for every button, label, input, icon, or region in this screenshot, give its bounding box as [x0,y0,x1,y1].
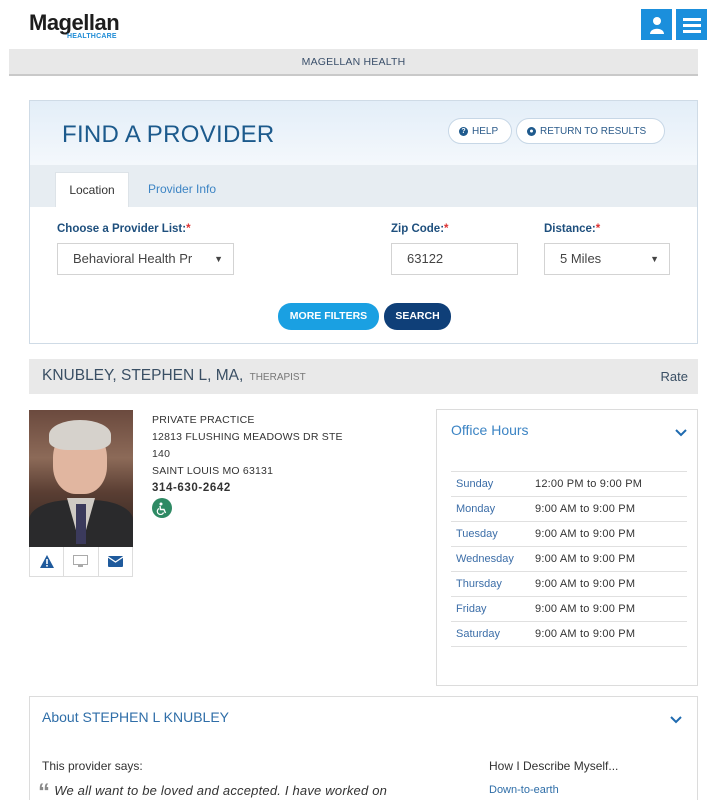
hours-time: 9:00 AM to 9:00 PM [535,503,636,515]
table-row: Wednesday 9:00 AM to 9:00 PM [451,547,687,572]
office-hours-toggle[interactable] [675,424,687,442]
hours-day: Monday [456,503,496,515]
office-hours-title: Office Hours [451,422,529,438]
provider-quote: “We all want to be loved and accepted. I… [38,779,387,800]
about-title: About STEPHEN L KNUBLEY [42,709,230,725]
page-title: FIND A PROVIDER [62,121,275,148]
provider-list-label-text: Choose a Provider List: [57,223,187,235]
tab-location[interactable]: Location [55,172,129,207]
hours-time: 12:00 PM to 9:00 PM [535,478,643,490]
zip-code-input[interactable]: 63122 [391,243,518,275]
hours-day: Tuesday [456,528,498,540]
provider-title: THERAPIST [249,372,306,383]
magellan-logo[interactable]: Magellan HEALTHCARE [29,10,120,40]
hours-day: Saturday [456,628,501,640]
more-filters-button[interactable]: MORE FILTERS [278,303,379,330]
menu-button[interactable] [676,9,707,40]
question-icon: ? [459,126,468,136]
table-row: Thursday 9:00 AM to 9:00 PM [451,572,687,597]
provider-list-label: Choose a Provider List:* [57,223,191,235]
hours-day: Thursday [456,578,502,590]
describe-myself-label: How I Describe Myself... [489,759,619,773]
monitor-icon [73,555,89,567]
provider-list-select[interactable]: Behavioral Health Pr ▼ [57,243,234,275]
zip-code-label: Zip Code:* [391,223,449,235]
photo-tie [76,504,86,544]
panel-header: FIND A PROVIDER ? HELP ● RETURN TO RESUL… [30,101,697,165]
rate-link[interactable]: Rate [661,369,688,384]
return-label: RETURN TO RESULTS [540,125,647,137]
envelope-icon [107,556,123,567]
provider-list-value: Behavioral Health Pr [73,251,193,266]
about-toggle[interactable] [670,711,682,729]
logo-wordmark: Magellan [29,10,120,35]
table-row: Monday 9:00 AM to 9:00 PM [451,497,687,522]
return-circle-icon: ● [527,126,536,136]
user-icon [649,16,664,34]
hours-day: Friday [456,603,487,615]
hours-time: 9:00 AM to 9:00 PM [535,603,636,615]
table-row: Sunday 12:00 PM to 9:00 PM [451,472,687,497]
warning-icon [39,555,54,568]
table-row: Saturday 9:00 AM to 9:00 PM [451,622,687,647]
user-account-button[interactable] [641,9,672,40]
provider-says-label: This provider says: [42,759,143,773]
help-button[interactable]: ? HELP [448,118,512,144]
hamburger-icon [682,17,701,33]
dropdown-caret-icon: ▼ [650,254,659,264]
provider-photo [29,410,133,547]
distance-label-text: Distance: [544,223,596,235]
about-provider-section: About STEPHEN L KNUBLEY This provider sa… [29,696,698,800]
wheelchair-icon [152,498,172,518]
hours-time: 9:00 AM to 9:00 PM [535,528,636,540]
zip-code-label-text: Zip Code: [391,223,445,235]
email-button[interactable] [99,547,132,576]
top-header: Magellan HEALTHCARE [0,0,707,48]
office-hours-table: Sunday 12:00 PM to 9:00 PM Monday 9:00 AM … [451,471,687,647]
quote-icon: “ [38,779,51,800]
practice-name: PRIVATE PRACTICE [152,414,255,426]
table-row: Tuesday 9:00 AM to 9:00 PM [451,522,687,547]
hours-day: Sunday [456,478,494,490]
address-city: SAINT LOUIS MO 63131 [152,465,274,477]
return-to-results-button[interactable]: ● RETURN TO RESULTS [516,118,665,144]
photo-hair [49,420,111,450]
distance-value: 5 Miles [560,251,602,266]
chevron-down-icon [670,716,682,724]
provider-name-text: KNUBLEY, STEPHEN L, MA, [42,367,244,384]
table-row: Friday 9:00 AM to 9:00 PM [451,597,687,622]
logo-subtext: HEALTHCARE [67,33,117,40]
provider-name[interactable]: KNUBLEY, STEPHEN L, MA, THERAPIST [42,367,306,385]
provider-phone[interactable]: 314-630-2642 [152,480,343,497]
office-hours-card: Office Hours Sunday 12:00 PM to 9:00 PM M… [436,409,698,686]
provider-quote-text: We all want to be loved and accepted. I … [54,783,388,798]
hours-time: 9:00 AM to 9:00 PM [535,628,636,640]
required-mark: * [595,223,601,235]
search-tabs: Location Provider Info [30,165,697,207]
hours-day: Wednesday [456,553,514,565]
chevron-down-icon [675,429,687,437]
zip-code-value: 63122 [407,251,444,266]
describe-trait-link[interactable]: Down-to-earth [489,784,559,796]
provider-address: PRIVATE PRACTICE 12813 FLUSHING MEADOWS … [152,412,343,497]
search-button[interactable]: SEARCH [384,303,451,330]
report-button[interactable] [30,547,65,576]
provider-action-icons [29,547,133,577]
site-subtitle-bar: MAGELLAN HEALTH [9,49,698,76]
help-label: HELP [472,125,499,137]
distance-select[interactable]: 5 Miles ▼ [544,243,670,275]
tab-provider-info[interactable]: Provider Info [136,172,228,207]
address-line: 12813 FLUSHING MEADOWS DR STE [152,431,343,443]
provider-header-bar: KNUBLEY, STEPHEN L, MA, THERAPIST Rate [29,359,698,394]
required-mark: * [444,223,449,235]
dropdown-caret-icon: ▼ [214,254,223,264]
distance-label: Distance:* [544,223,600,235]
required-mark: * [186,223,191,235]
telehealth-button[interactable] [64,547,99,576]
find-provider-panel: FIND A PROVIDER ? HELP ● RETURN TO RESUL… [29,100,698,344]
hours-time: 9:00 AM to 9:00 PM [535,553,636,565]
hours-time: 9:00 AM to 9:00 PM [535,578,636,590]
address-line: 140 [152,448,171,460]
